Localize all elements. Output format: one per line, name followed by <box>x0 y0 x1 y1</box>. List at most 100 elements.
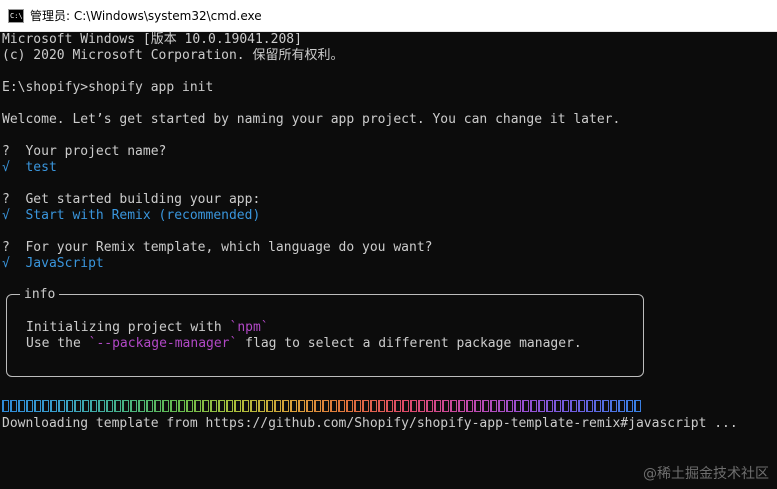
package-manager-flag: `--package-manager` <box>88 336 238 351</box>
progress-segment <box>498 400 505 412</box>
progress-segment <box>18 400 25 412</box>
progress-segment <box>106 400 113 412</box>
welcome-line: Welcome. Let’s get started by naming you… <box>2 112 621 127</box>
progress-segment <box>266 400 273 412</box>
progress-segment <box>194 400 201 412</box>
progress-segment <box>226 400 233 412</box>
progress-segment <box>10 400 17 412</box>
progress-segment <box>418 400 425 412</box>
progress-segment <box>42 400 49 412</box>
download-line: Downloading template from https://github… <box>2 416 738 431</box>
info-text: Initializing project with <box>26 320 230 335</box>
progress-segment <box>490 400 497 412</box>
checkmark-icon: √ <box>2 256 10 271</box>
progress-segment <box>258 400 265 412</box>
progress-segment <box>202 400 209 412</box>
progress-segment <box>298 400 305 412</box>
title-bar[interactable]: C:\ 管理员: C:\Windows\system32\cmd.exe <box>0 0 777 32</box>
answer-project-name: √ test <box>2 160 57 176</box>
progress-segment <box>434 400 441 412</box>
question-project-name: ? Your project name? <box>2 144 167 159</box>
answer-text: test <box>25 160 57 175</box>
progress-segment <box>34 400 41 412</box>
progress-segment <box>514 400 521 412</box>
progress-segment <box>66 400 73 412</box>
info-line-npm: Initializing project with `npm` <box>26 320 269 336</box>
progress-segment <box>442 400 449 412</box>
progress-segment <box>90 400 97 412</box>
progress-segment <box>178 400 185 412</box>
version-line: Microsoft Windows [版本 10.0.19041.208] <box>2 32 302 47</box>
progress-segment <box>362 400 369 412</box>
progress-segment <box>186 400 193 412</box>
progress-segment <box>122 400 129 412</box>
answer-text: Start with Remix (recommended) <box>25 208 261 223</box>
progress-segment <box>450 400 457 412</box>
checkmark-icon: √ <box>2 208 10 223</box>
progress-segment <box>210 400 217 412</box>
progress-segment <box>282 400 289 412</box>
progress-segment <box>234 400 241 412</box>
progress-segment <box>578 400 585 412</box>
progress-segment <box>562 400 569 412</box>
progress-segment <box>538 400 545 412</box>
progress-segment <box>466 400 473 412</box>
info-box-label: info <box>20 287 60 303</box>
progress-segment <box>170 400 177 412</box>
progress-segment <box>370 400 377 412</box>
progress-segment <box>242 400 249 412</box>
progress-segment <box>586 400 593 412</box>
info-text: flag to select a different package manag… <box>237 336 582 351</box>
console-output[interactable]: Microsoft Windows [版本 10.0.19041.208] (c… <box>0 32 777 489</box>
cmd-icon: C:\ <box>8 8 24 23</box>
progress-segment <box>386 400 393 412</box>
checkmark-icon: √ <box>2 160 10 175</box>
progress-segment <box>290 400 297 412</box>
progress-segment <box>530 400 537 412</box>
progress-segment <box>546 400 553 412</box>
progress-segment <box>594 400 601 412</box>
progress-segment <box>570 400 577 412</box>
progress-segment <box>506 400 513 412</box>
progress-segment <box>98 400 105 412</box>
progress-segment <box>426 400 433 412</box>
progress-segment <box>354 400 361 412</box>
npm-code: `npm` <box>229 320 269 335</box>
progress-segment <box>554 400 561 412</box>
progress-segment <box>50 400 57 412</box>
progress-segment <box>322 400 329 412</box>
progress-segment <box>250 400 257 412</box>
progress-segment <box>130 400 137 412</box>
progress-segment <box>402 400 409 412</box>
progress-segment <box>602 400 609 412</box>
progress-segment <box>610 400 617 412</box>
progress-segment <box>330 400 337 412</box>
info-line-package-manager: Use the `--package-manager` flag to sele… <box>26 336 582 352</box>
progress-segment <box>410 400 417 412</box>
progress-segment <box>634 400 641 412</box>
progress-segment <box>306 400 313 412</box>
progress-segment <box>338 400 345 412</box>
progress-segment <box>58 400 65 412</box>
download-progress-bar <box>2 398 642 414</box>
question-language: ? For your Remix template, which languag… <box>2 240 433 255</box>
answer-language: √ JavaScript <box>2 256 104 272</box>
copyright-line: (c) 2020 Microsoft Corporation. 保留所有权利。 <box>2 48 344 63</box>
progress-segment <box>482 400 489 412</box>
progress-segment <box>314 400 321 412</box>
progress-segment <box>618 400 625 412</box>
progress-segment <box>626 400 633 412</box>
progress-segment <box>114 400 121 412</box>
progress-segment <box>474 400 481 412</box>
progress-segment <box>458 400 465 412</box>
progress-segment <box>274 400 281 412</box>
progress-segment <box>522 400 529 412</box>
progress-segment <box>26 400 33 412</box>
progress-segment <box>394 400 401 412</box>
info-text: Use the <box>26 336 89 351</box>
progress-segment <box>378 400 385 412</box>
answer-text: JavaScript <box>25 256 104 271</box>
progress-segment <box>146 400 153 412</box>
answer-get-started: √ Start with Remix (recommended) <box>2 208 260 224</box>
prompt-line: E:\shopify>shopify app init <box>2 80 214 95</box>
